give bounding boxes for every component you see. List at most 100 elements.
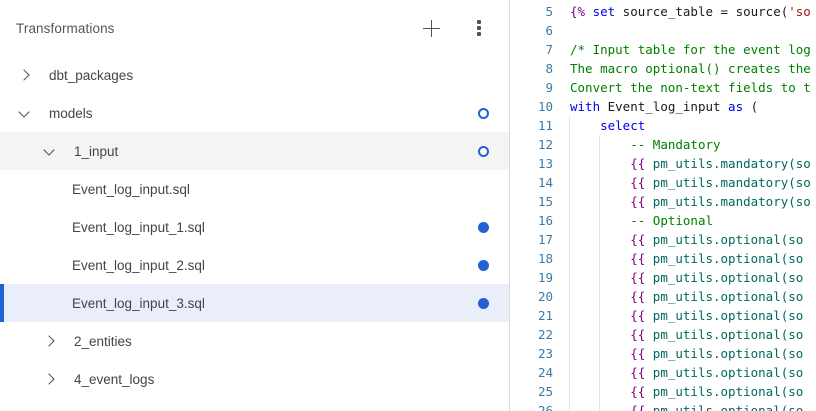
code-line-19[interactable]: 19 {{ pm_utils.optional(so <box>511 268 816 287</box>
line-number: 21 <box>537 308 553 323</box>
line-number: 8 <box>545 61 553 76</box>
line-number: 24 <box>537 365 553 380</box>
line-number: 12 <box>537 137 553 152</box>
tree-item-label: dbt_packages <box>49 67 134 83</box>
code-line-5[interactable]: 5 {% set source_table = source('so <box>511 2 816 21</box>
tree-item-Event_log_input_3-sql[interactable]: Event_log_input_3.sql <box>0 284 509 322</box>
line-number: 26 <box>537 403 553 411</box>
line-number: 9 <box>545 80 553 95</box>
line-number: 15 <box>537 194 553 209</box>
code-line-26[interactable]: 26 {{ pm_utils.optional(so <box>511 401 816 411</box>
code-text: -- Mandatory <box>630 137 721 152</box>
code-text: {{ pm_utils.optional(so <box>630 251 804 266</box>
code-line-12[interactable]: 12 -- Mandatory <box>511 135 816 154</box>
kebab-menu-icon <box>477 20 481 36</box>
code-text: /* Input table for the event log <box>570 42 811 57</box>
code-text: {% set source_table = source('so <box>570 4 811 19</box>
code-text: select <box>600 118 646 133</box>
more-options-button[interactable] <box>467 16 491 40</box>
code-text: {{ pm_utils.optional(so <box>630 327 804 342</box>
indent-guide <box>569 116 570 411</box>
plus-icon <box>422 19 440 37</box>
panel-actions <box>419 16 491 40</box>
line-number: 13 <box>537 156 553 171</box>
tree-item-label: 1_input <box>74 143 119 159</box>
code-line-20[interactable]: 20 {{ pm_utils.optional(so <box>511 287 816 306</box>
indent-guide <box>599 135 600 411</box>
code-line-7[interactable]: 7 /* Input table for the event log <box>511 40 816 59</box>
line-number: 11 <box>537 118 553 133</box>
code-line-24[interactable]: 24 {{ pm_utils.optional(so <box>511 363 816 382</box>
code-line-21[interactable]: 21 {{ pm_utils.optional(so <box>511 306 816 325</box>
code-text: {{ pm_utils.optional(so <box>630 365 804 380</box>
status-dot-filled <box>478 297 489 309</box>
code-text: with Event_log_input as ( <box>570 99 759 114</box>
status-dot-hollow <box>478 145 489 157</box>
code-line-22[interactable]: 22 {{ pm_utils.optional(so <box>511 325 816 344</box>
chevron-down-icon[interactable] <box>18 105 30 118</box>
code-line-9[interactable]: 9 Convert the non-text fields to t <box>511 78 816 97</box>
code-text: {{ pm_utils.mandatory(so <box>630 175 811 190</box>
status-dot-hollow <box>478 107 489 119</box>
add-button[interactable] <box>419 16 443 40</box>
code-text: The macro optional() creates the <box>570 61 811 76</box>
code-editor[interactable]: 5 {% set source_table = source('so 6 7 /* In… <box>511 0 816 411</box>
tree-item-label: Event_log_input_2.sql <box>72 257 205 273</box>
code-line-18[interactable]: 18 {{ pm_utils.optional(so <box>511 249 816 268</box>
code-line-14[interactable]: 14 {{ pm_utils.mandatory(so <box>511 173 816 192</box>
code-line-11[interactable]: 11 select <box>511 116 816 135</box>
file-tree: dbt_packagesmodels 1_input Event_log_input… <box>0 56 509 398</box>
tree-item-Event_log_input-sql[interactable]: Event_log_input.sql <box>0 170 509 208</box>
code-area: 5 {% set source_table = source('so 6 7 /* In… <box>511 2 816 411</box>
code-line-13[interactable]: 13 {{ pm_utils.mandatory(so <box>511 154 816 173</box>
app-window: Transformations dbt_packagesmodels 1_inpu… <box>0 0 816 411</box>
code-text: {{ pm_utils.optional(so <box>630 289 804 304</box>
line-number: 7 <box>545 42 553 57</box>
status-dot-filled <box>478 221 489 233</box>
code-line-15[interactable]: 15 {{ pm_utils.mandatory(so <box>511 192 816 211</box>
line-number: 19 <box>537 270 553 285</box>
tree-item-label: Event_log_input_1.sql <box>72 219 205 235</box>
code-text: {{ pm_utils.optional(so <box>630 346 804 361</box>
code-line-16[interactable]: 16 -- Optional <box>511 211 816 230</box>
line-number: 20 <box>537 289 553 304</box>
tree-item-1_input[interactable]: 1_input <box>0 132 509 170</box>
code-text: -- Optional <box>630 213 714 228</box>
line-number: 6 <box>545 23 553 38</box>
line-number: 16 <box>537 213 553 228</box>
code-text: {{ pm_utils.optional(so <box>630 384 804 399</box>
tree-item-label: 4_event_logs <box>74 371 155 387</box>
line-number: 23 <box>537 346 553 361</box>
code-line-6[interactable]: 6 <box>511 21 816 40</box>
chevron-down-icon[interactable] <box>43 143 55 156</box>
line-number: 5 <box>545 4 553 19</box>
tree-item-dbt_packages[interactable]: dbt_packages <box>0 56 509 94</box>
code-line-25[interactable]: 25 {{ pm_utils.optional(so <box>511 382 816 401</box>
tree-item-Event_log_input_1-sql[interactable]: Event_log_input_1.sql <box>0 208 509 246</box>
tree-item-label: models <box>49 105 93 121</box>
panel-header: Transformations <box>0 0 509 56</box>
panel-title: Transformations <box>16 20 115 36</box>
tree-item-label: 2_entities <box>74 333 132 349</box>
code-text: {{ pm_utils.optional(so <box>630 232 804 247</box>
tree-item-Event_log_input_2-sql[interactable]: Event_log_input_2.sql <box>0 246 509 284</box>
tree-item-models[interactable]: models <box>0 94 509 132</box>
tree-item-2_entities[interactable]: 2_entities <box>0 322 509 360</box>
chevron-right-icon[interactable] <box>43 373 55 385</box>
code-line-17[interactable]: 17 {{ pm_utils.optional(so <box>511 230 816 249</box>
code-line-8[interactable]: 8 The macro optional() creates the <box>511 59 816 78</box>
line-number: 18 <box>537 251 553 266</box>
tree-item-4_event_logs[interactable]: 4_event_logs <box>0 360 509 398</box>
chevron-right-icon[interactable] <box>43 335 55 347</box>
code-text: Convert the non-text fields to t <box>570 80 811 95</box>
chevron-right-icon[interactable] <box>18 69 30 81</box>
code-line-10[interactable]: 10 with Event_log_input as ( <box>511 97 816 116</box>
line-number: 10 <box>537 99 553 114</box>
code-line-23[interactable]: 23 {{ pm_utils.optional(so <box>511 344 816 363</box>
line-number: 25 <box>537 384 553 399</box>
line-number: 14 <box>537 175 553 190</box>
line-number: 22 <box>537 327 553 342</box>
code-text: {{ pm_utils.optional(so <box>630 308 804 323</box>
transformations-panel: Transformations dbt_packagesmodels 1_inpu… <box>0 0 510 411</box>
